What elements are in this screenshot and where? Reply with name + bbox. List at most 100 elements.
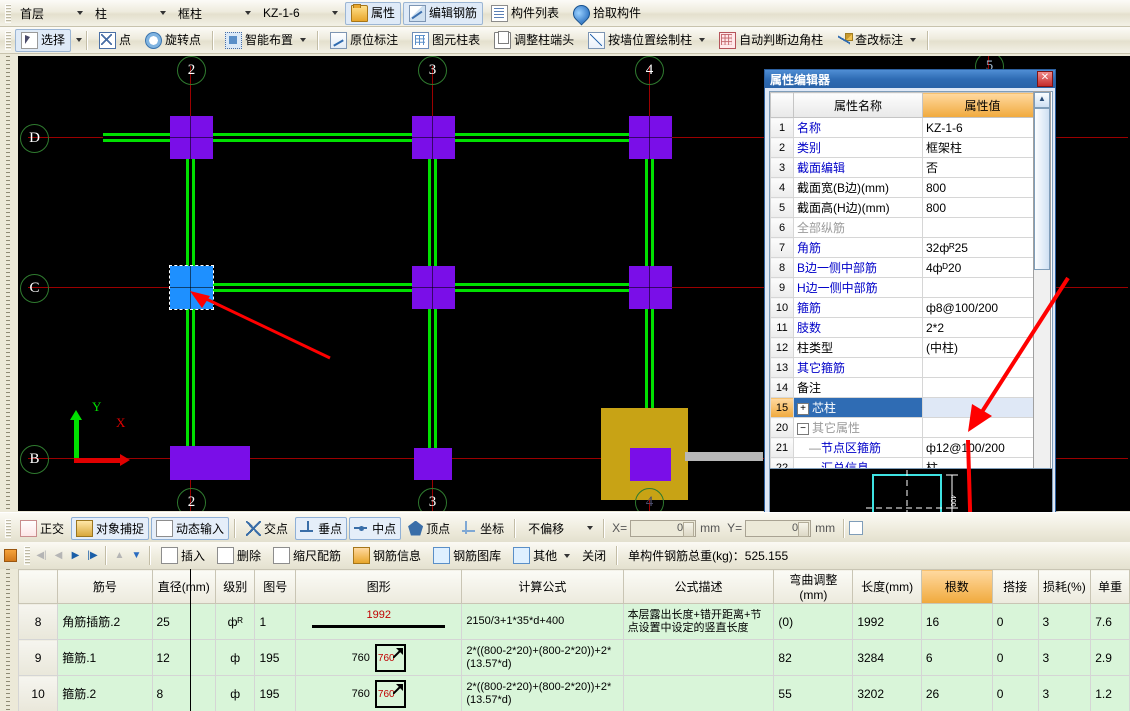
column-B4[interactable] [630,448,671,481]
property-row-value[interactable]: ф8@100/200 [922,297,1043,318]
cell-diameter[interactable]: 25 [151,603,217,640]
insert-button[interactable]: 插入 [156,544,210,567]
header-length[interactable]: 长度(mm) [852,569,922,604]
original-annotation-button[interactable]: 原位标注 [324,29,404,52]
property-row-value[interactable] [922,377,1043,398]
cell-shape-number[interactable]: 195 [254,675,297,711]
beam-vertical-2b[interactable] [186,290,195,450]
toolbar-grip[interactable] [5,3,11,23]
property-row-value[interactable] [922,217,1043,238]
chevron-down-icon[interactable] [76,38,83,42]
cell-unit[interactable]: 1.2 [1090,675,1130,711]
property-row[interactable]: 2 类别 框架柱 [770,137,1043,158]
cell-rebar-number[interactable]: 箍筋.2 [57,675,153,711]
cell-length[interactable]: 3284 [852,639,922,676]
cell-formula-description[interactable] [622,639,775,676]
cell-diameter[interactable]: 8 [151,675,217,711]
grid-bubble-left-D[interactable]: D [20,124,49,153]
property-row-value[interactable]: 800 [922,197,1043,218]
grid-bubble-top-4[interactable]: 4 [635,56,664,85]
edit-rebar-button[interactable]: 编辑钢筋 [403,1,484,25]
offset-select[interactable]: 不偏移 [522,519,596,538]
adjust-column-end-button[interactable]: 调整柱端头 [488,29,580,52]
lock-checkbox[interactable] [849,521,864,535]
cell-formula-description[interactable] [622,675,775,711]
dynamic-input-button[interactable]: 动态输入 [151,516,230,540]
cell-lap[interactable]: 0 [991,603,1039,640]
cell-shape[interactable]: 760 760 [295,675,463,711]
intersection-snap-button[interactable]: 交点 [241,517,293,540]
x-coord-input[interactable]: 0 [630,519,697,537]
rebar-toolbar-grip[interactable] [24,546,30,565]
property-row-value[interactable]: (中柱) [922,337,1043,358]
column-resize-divider[interactable] [190,569,191,711]
cell-bend-adjust[interactable]: 82 [773,639,854,676]
member-list-button[interactable]: 构件列表 [485,2,565,25]
header-rebar-number[interactable]: 筋号 [57,569,153,604]
x-coord-spinner[interactable] [683,521,695,537]
property-row[interactable]: 14 备注 [770,377,1043,398]
column-B3[interactable] [414,448,452,480]
property-editor-window[interactable]: 属性编辑器 ✕ 属性名称 属性值 1 名称 KZ-1-6 2 类别 框架柱 3 截面编辑否 4 截… [764,69,1056,560]
modify-annotation-button[interactable]: 查改标注 [831,29,922,52]
cell-calc-formula[interactable]: 2150/3+1*35*d+400 [461,603,624,640]
property-row[interactable]: 12 柱类型 (中柱) [770,337,1043,358]
pick-member-button[interactable]: 拾取构件 [567,0,647,26]
property-row[interactable]: 10 箍筋 ф8@100/200 [770,297,1043,318]
row-index[interactable]: 9 [17,639,59,676]
table-row[interactable]: 9 箍筋.1 12 ф 195 760 760 2*((800-2*20)+(800-2*20… [17,639,1130,676]
header-loss[interactable]: 损耗(%) [1037,569,1092,604]
cell-shape[interactable]: 1992 [295,603,463,640]
grid-bubble-left-C[interactable]: C [20,274,49,303]
cell-formula-description[interactable]: 本层露出长度+错开距离+节点设置中设定的竖直长度 [622,603,775,640]
smart-layout-button[interactable]: 智能布置 [219,29,312,52]
chevron-down-icon[interactable] [300,38,307,42]
cell-bend-adjust[interactable]: (0) [773,603,854,640]
property-row-value[interactable]: 2*2 [922,317,1043,338]
scrollbar-thumb[interactable] [1034,108,1050,270]
header-shape-number[interactable]: 图号 [254,569,297,604]
property-editor-titlebar[interactable]: 属性编辑器 ✕ [765,70,1055,88]
chevron-down-icon[interactable] [910,38,917,42]
perpendicular-snap-button[interactable]: 垂点 [295,516,348,540]
cell-unit[interactable]: 2.9 [1090,639,1130,676]
select-button[interactable]: 选择 [15,28,72,52]
scroll-up-icon[interactable]: ▲ [1034,92,1050,108]
property-table-scrollbar[interactable]: ▲ ▼ [1033,91,1051,527]
property-row-value[interactable]: ф12@100/200 [922,437,1043,458]
delete-button[interactable]: 删除 [212,544,266,567]
cell-count[interactable]: 16 [920,603,993,640]
cell-loss[interactable]: 3 [1037,639,1092,676]
header-unit[interactable]: 单重 [1090,569,1130,604]
property-row-value[interactable]: 否 [922,157,1043,178]
grid-bubble-left-B[interactable]: B [20,445,49,474]
property-row[interactable]: 20− 其它属性 [770,417,1043,438]
property-row-value[interactable] [922,357,1043,378]
property-row[interactable]: 8 B边一侧中部筋 4фᴰ20 [770,257,1043,278]
properties-button[interactable]: 属性 [345,1,402,25]
expand-icon[interactable]: + [797,402,809,415]
cell-rebar-number[interactable]: 箍筋.1 [57,639,153,676]
cell-length[interactable]: 3202 [852,675,922,711]
property-row-value[interactable]: 框架柱 [922,137,1043,158]
cell-shape-number[interactable]: 195 [254,639,297,676]
point-button[interactable]: 点 [93,29,137,52]
property-row-value[interactable] [922,277,1043,298]
column-B2[interactable] [170,446,250,480]
grid-bubble-bottom-4[interactable]: 4 [635,488,664,511]
property-row[interactable]: 5 截面高(H边)(mm) 800 [770,197,1043,218]
header-count[interactable]: 根数 [920,569,993,604]
move-up-button[interactable]: ▲ [111,547,128,564]
cell-rebar-number[interactable]: 角筋插筋.2 [57,603,153,640]
property-row[interactable]: 4 截面宽(B边)(mm) 800 [770,177,1043,198]
beam-vertical-3b[interactable] [428,290,437,450]
last-record-button[interactable]: |▶ [84,547,101,564]
grid-bubble-bottom-3[interactable]: 3 [418,488,447,511]
property-row-value[interactable]: 800 [922,177,1043,198]
row-index[interactable]: 8 [17,603,59,640]
chevron-down-icon[interactable] [699,38,706,42]
cell-unit[interactable]: 7.6 [1090,603,1130,640]
cell-grade[interactable]: ф [215,639,256,676]
property-row[interactable]: 15 + 芯柱 [770,397,1043,418]
ortho-button[interactable]: 正交 [15,517,69,540]
